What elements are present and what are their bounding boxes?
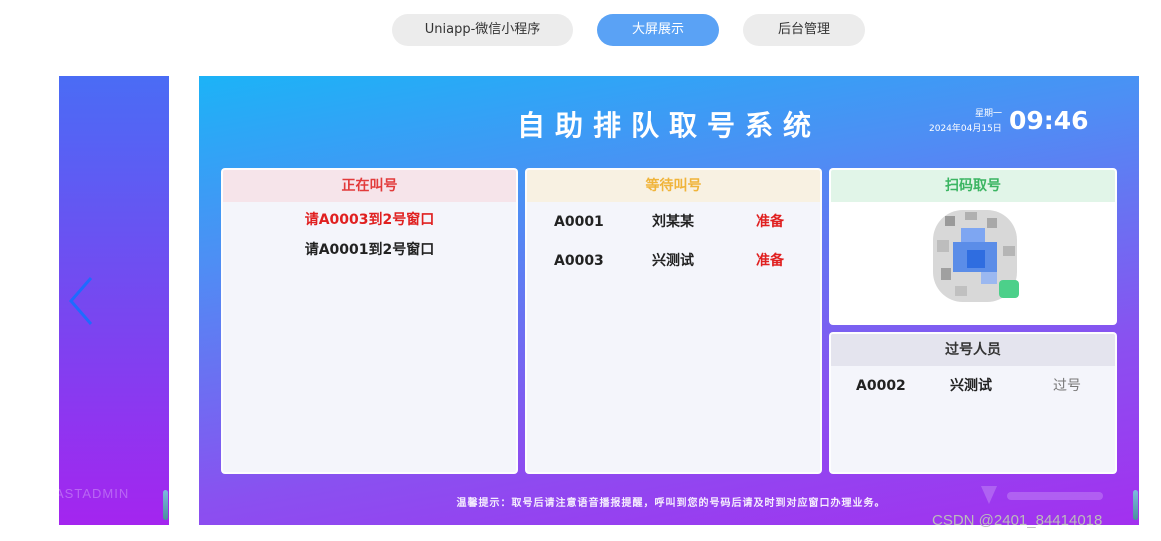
logo-watermark-icon	[981, 482, 1111, 508]
passed-panel: 过号人员 A0002 兴测试 过号	[829, 332, 1117, 474]
logo-watermark: ASTADMIN	[59, 486, 130, 501]
ticket-number: A0001	[554, 214, 604, 230]
customer-name: 兴测试	[652, 253, 694, 269]
ticket-number: A0003	[554, 253, 604, 269]
ticket-number: A0002	[856, 378, 906, 394]
previous-slide-preview: ASTADMIN	[59, 76, 169, 525]
waiting-row: A0003 兴测试 准备	[527, 241, 820, 280]
waiting-panel-title: 等待叫号	[527, 170, 820, 202]
scan-panel-title: 扫码取号	[831, 170, 1115, 202]
waiting-row: A0001 刘某某 准备	[527, 202, 820, 241]
calling-panel-title: 正在叫号	[223, 170, 516, 202]
tab-uniapp-miniprogram[interactable]: Uniapp-微信小程序	[392, 14, 573, 46]
waiting-panel: 等待叫号 A0001 刘某某 准备 A0003 兴测试 准备	[525, 168, 822, 474]
scrollbar[interactable]	[1133, 490, 1138, 520]
tab-big-screen[interactable]: 大屏展示	[597, 14, 719, 46]
queue-display-screen: 自助排队取号系统 星期一 2024年04月15日 09:46 正在叫号 请A00…	[199, 76, 1139, 525]
ticket-status: 准备	[756, 253, 784, 269]
clock: 09:46	[1009, 106, 1089, 135]
weekday: 星期一	[975, 109, 1003, 119]
ticket-status: 过号	[1053, 378, 1081, 394]
scrollbar[interactable]	[163, 490, 168, 520]
calling-line: 请A0001到2号窗口	[304, 242, 435, 258]
ticket-status: 准备	[756, 214, 784, 230]
passed-panel-title: 过号人员	[831, 334, 1115, 366]
passed-row: A0002 兴测试 过号	[831, 366, 1115, 405]
customer-name: 兴测试	[950, 378, 992, 394]
csdn-watermark: CSDN @2401_84414018	[932, 512, 1103, 529]
scan-panel: 扫码取号	[829, 168, 1117, 325]
chevron-left-icon[interactable]	[67, 274, 101, 328]
calling-line: 请A0003到2号窗口	[304, 212, 435, 228]
customer-name: 刘某某	[652, 214, 694, 230]
tab-admin[interactable]: 后台管理	[743, 14, 865, 46]
qr-code-icon[interactable]	[915, 206, 1035, 306]
date: 2024年04月15日	[929, 124, 1002, 134]
tab-bar: Uniapp-微信小程序 大屏展示 后台管理	[0, 14, 1161, 46]
calling-panel: 正在叫号 请A0003到2号窗口 请A0001到2号窗口	[221, 168, 518, 474]
